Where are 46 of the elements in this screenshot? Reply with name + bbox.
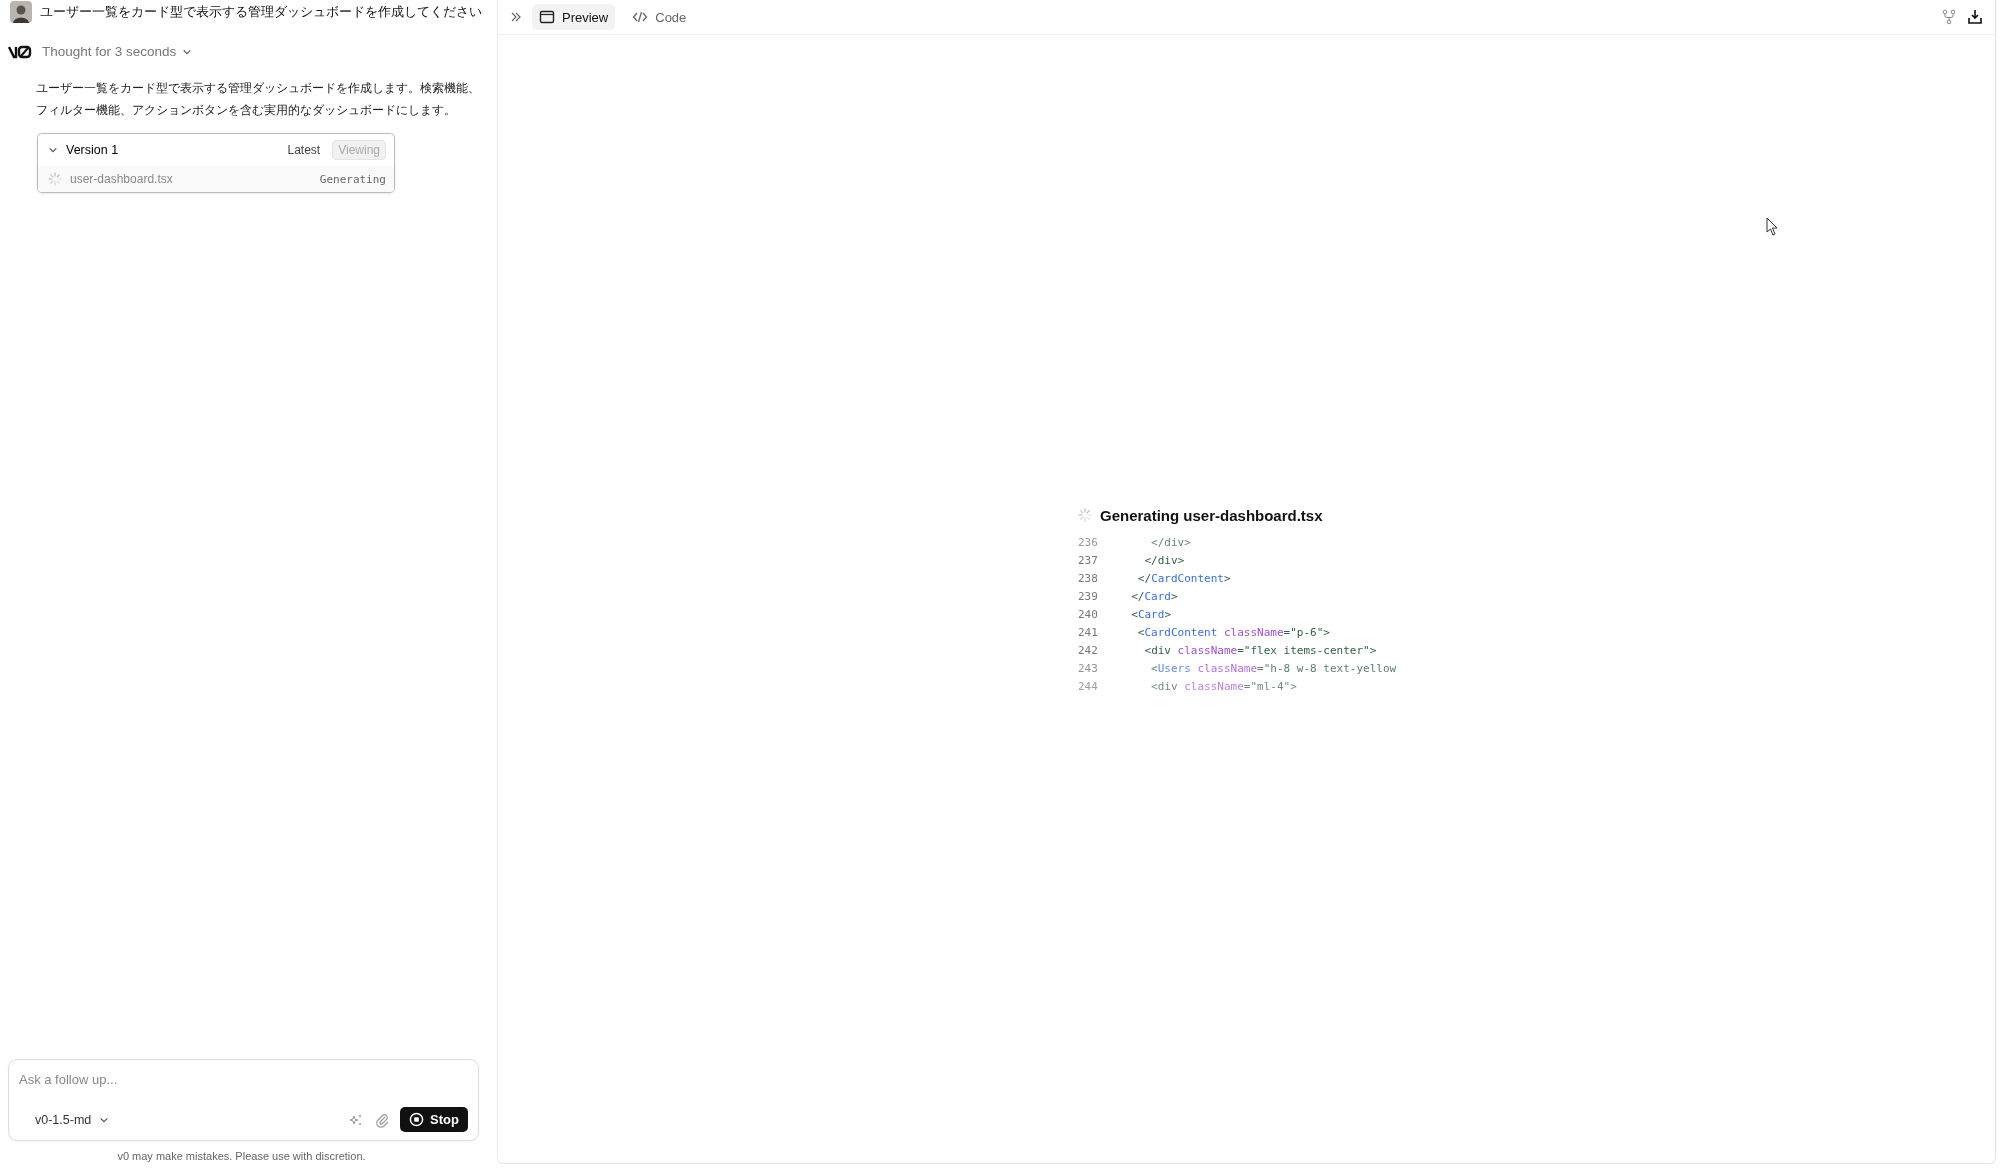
spinner-icon — [1078, 508, 1092, 522]
latest-label: Latest — [287, 143, 321, 157]
download-icon[interactable] — [1967, 9, 1983, 25]
tab[interactable]: Preview — [532, 4, 616, 30]
fork-icon[interactable] — [1941, 9, 1957, 25]
line-number: 236 — [1078, 536, 1099, 549]
line-number: 240 — [1078, 608, 1099, 621]
code-line: </div> — [1143, 554, 1185, 567]
line-number: 242 — [1078, 644, 1099, 657]
code-line: <div className="ml-4"> — [1150, 680, 1297, 693]
spinner-icon — [48, 172, 62, 186]
line-number: 238 — [1078, 572, 1099, 585]
stop-button[interactable]: Stop — [400, 1107, 468, 1132]
code-line: </CardContent> — [1136, 572, 1231, 585]
disclaimer-text: v0 may make mistakes. Please use with discretion. — [116, 1150, 367, 1162]
stop-icon — [409, 1112, 425, 1127]
code-line: <Users className="h-8 w-8 text-yellow — [1150, 662, 1397, 675]
paperclip-icon[interactable] — [374, 1111, 391, 1128]
code-line: <CardContent className="p-6"> — [1136, 626, 1330, 639]
code-line: </Card> — [1130, 590, 1178, 603]
window-icon — [539, 9, 555, 25]
tab[interactable]: Code — [625, 4, 694, 30]
code-line: </div> — [1150, 536, 1191, 549]
expand-icon[interactable] — [510, 11, 522, 23]
line-number: 237 — [1078, 554, 1099, 567]
logo-icon — [8, 44, 32, 59]
line-number: 241 — [1078, 626, 1099, 639]
user-message: ユーザー一覧をカード型で表示する管理ダッシュボードを作成してください — [40, 3, 482, 21]
reply-text: ユーザー一覧をカード型で表示する管理ダッシュボードを作成します。検索機能、フィルター機能、アクションボタンを含む実用的なダッシュボードにします。 — [36, 80, 481, 119]
mouse-cursor-icon — [1766, 217, 1780, 237]
line-number: 243 — [1078, 662, 1099, 675]
chevron-icon — [48, 145, 58, 155]
avatar-icon — [10, 1, 32, 23]
line-number: 244 — [1078, 680, 1099, 693]
line-number: 239 — [1078, 590, 1099, 603]
viewing-badge: Viewing — [332, 140, 386, 160]
code-line: <div className="flex items-center"> — [1143, 644, 1377, 657]
generating-title: Generating user-dashboard.tsx — [1100, 506, 1323, 524]
code-line: <Card> — [1130, 608, 1171, 621]
thought-toggle[interactable]: Thought for 3 seconds — [42, 44, 193, 59]
file-name: user-dashboard.tsx — [70, 172, 174, 186]
version-toggle[interactable]: Version 1 — [48, 143, 276, 157]
file-row[interactable]: user-dashboard.tsx Generating — [38, 166, 394, 192]
file-status: Generating — [319, 172, 386, 186]
model-selector[interactable]: v0-1.5-md — [19, 1112, 110, 1127]
code-icon — [632, 9, 649, 25]
